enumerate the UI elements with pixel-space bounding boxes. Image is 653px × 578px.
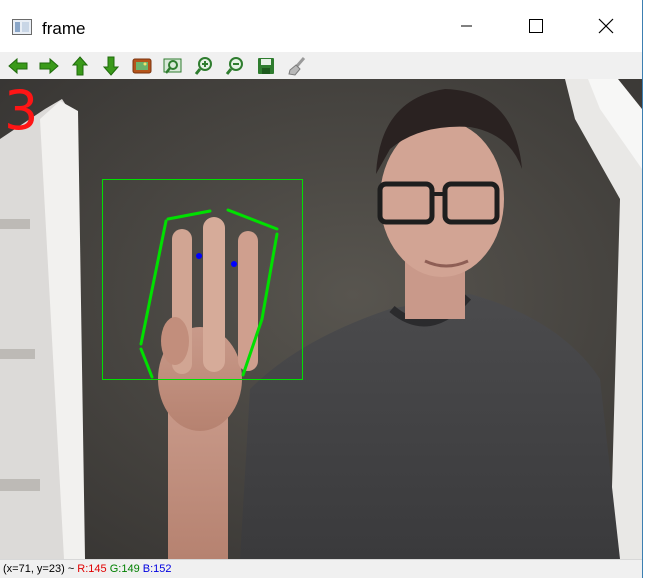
finger-count-label: 3	[4, 79, 39, 142]
opencv-window: frame 3 (x=71, y=23) ~ R:145 G:149 B:152	[0, 0, 643, 578]
pan-down-button[interactable]	[100, 55, 122, 77]
zoom-in-icon	[194, 57, 212, 75]
save-icon	[258, 58, 274, 74]
pan-right-button[interactable]	[38, 55, 60, 77]
maximize-button[interactable]	[513, 0, 559, 52]
defect-point	[231, 261, 237, 267]
pan-up-button[interactable]	[69, 55, 91, 77]
properties-button[interactable]	[286, 55, 308, 77]
arrow-up-icon	[71, 56, 89, 76]
white-shelf	[0, 99, 85, 559]
status-bar: (x=71, y=23) ~ R:145 G:149 B:152	[0, 559, 642, 578]
window-title: frame	[42, 19, 86, 38]
zoom-out-button[interactable]	[224, 55, 246, 77]
camera-image	[0, 79, 642, 559]
brush-icon	[288, 57, 306, 76]
close-icon	[598, 18, 614, 34]
toolbar	[0, 52, 642, 79]
status-red-value: R:145	[77, 563, 107, 575]
status-coordinates: (x=71, y=23) ~	[3, 563, 78, 575]
maximize-icon	[529, 19, 543, 33]
arrow-left-icon	[8, 57, 28, 75]
zoom-original-button[interactable]	[131, 55, 153, 77]
minimize-button[interactable]	[444, 0, 490, 52]
pan-left-button[interactable]	[7, 55, 29, 77]
close-button[interactable]	[583, 0, 629, 52]
save-button[interactable]	[255, 55, 277, 77]
defect-point	[196, 253, 202, 259]
zoom-in-button[interactable]	[193, 55, 215, 77]
title-bar[interactable]: frame	[0, 0, 642, 52]
arrow-right-icon	[39, 57, 59, 75]
window-app-icon	[12, 19, 32, 35]
arrow-down-icon	[102, 56, 120, 76]
zoom-image-icon	[163, 58, 182, 74]
minimize-icon	[461, 25, 472, 27]
image-icon	[132, 58, 152, 74]
status-blue-value: B:152	[142, 563, 172, 575]
zoom-fit-button[interactable]	[162, 55, 184, 77]
camera-frame[interactable]: 3	[0, 79, 642, 559]
status-green-value: G:149	[109, 563, 140, 575]
zoom-out-icon	[225, 57, 243, 75]
